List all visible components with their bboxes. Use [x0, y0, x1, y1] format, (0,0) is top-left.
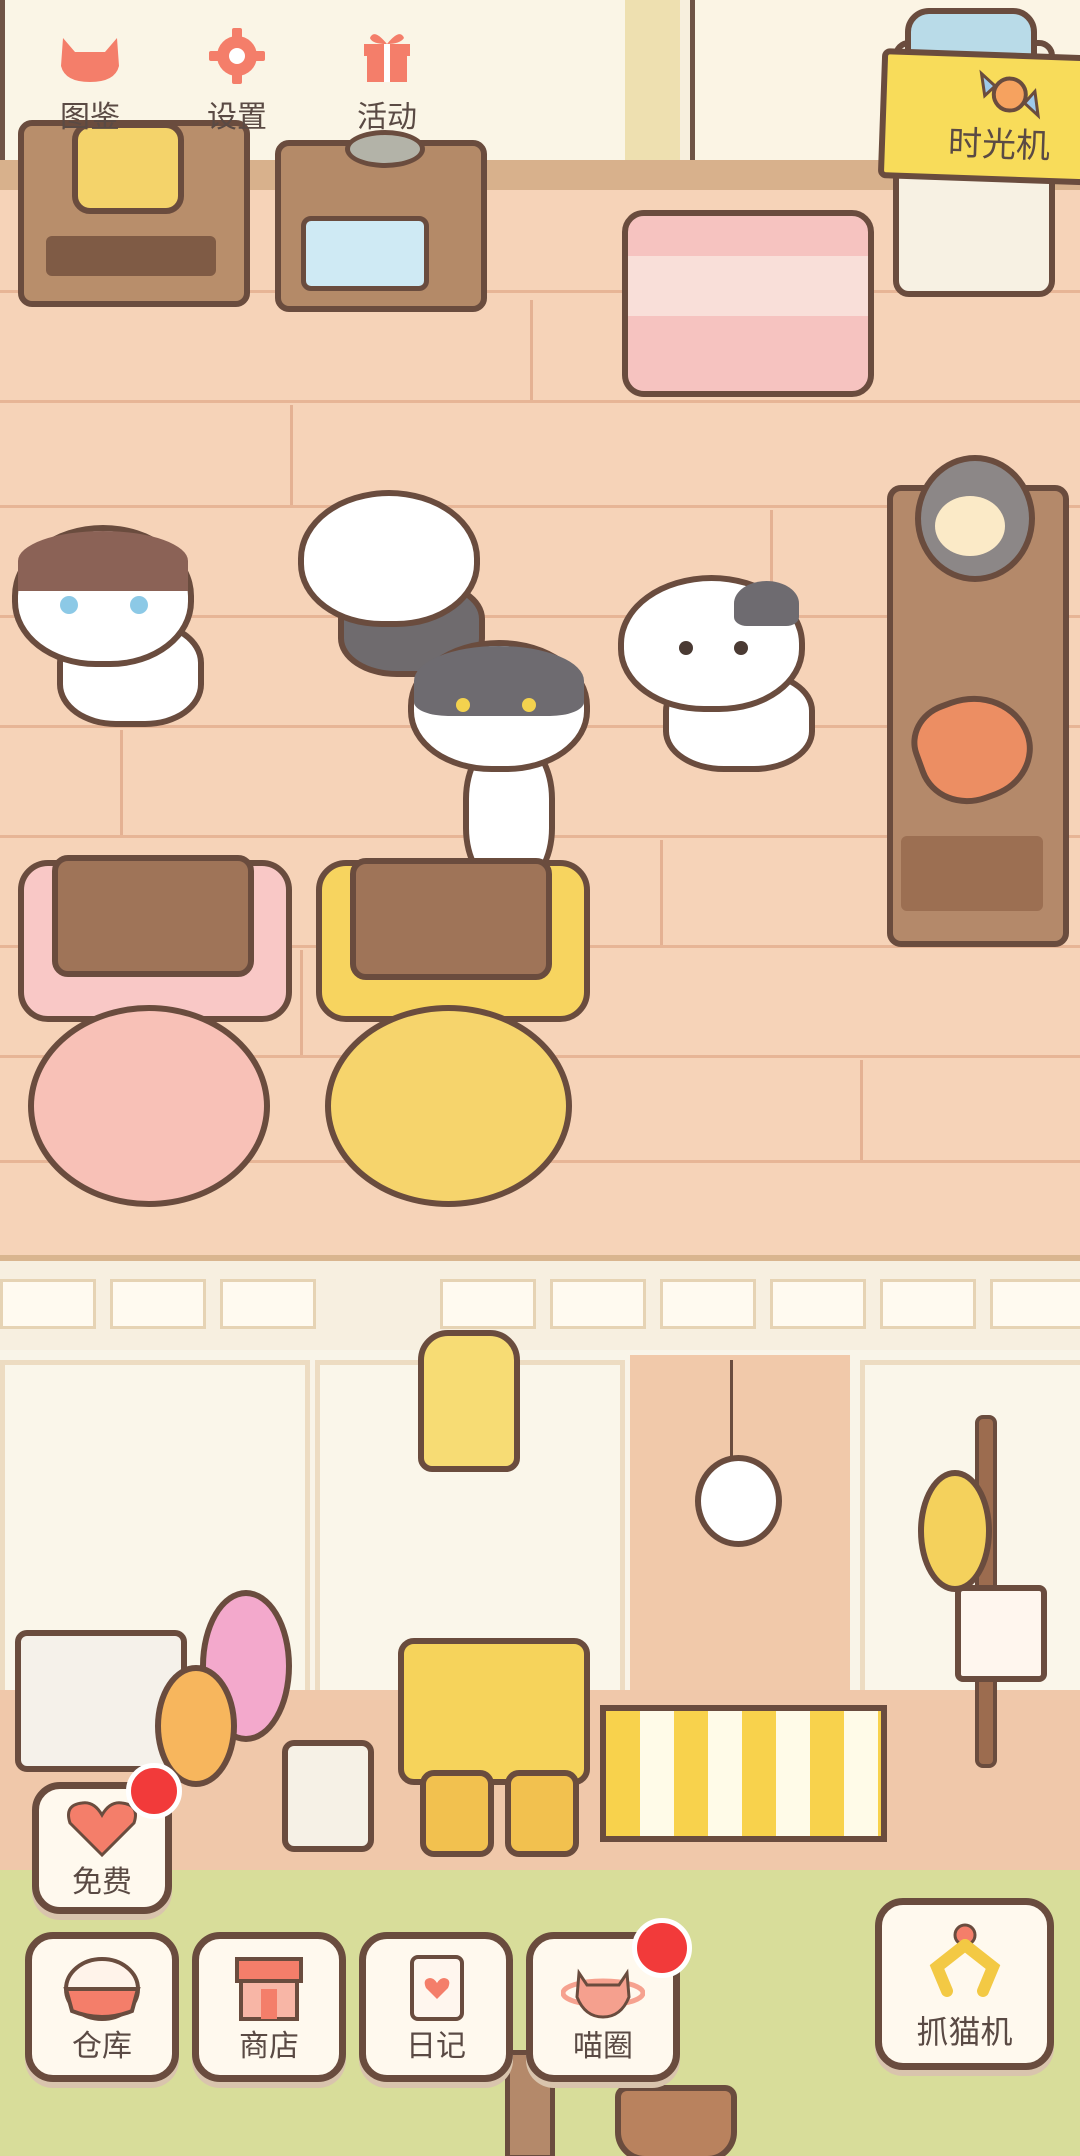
claw-icon [929, 1923, 1000, 1997]
events-label: 活动 [357, 100, 417, 135]
yellow-stool[interactable] [398, 1638, 590, 1785]
claw-machine-button[interactable]: 抓猫机 [875, 1898, 1054, 2070]
time-machine-label: 时光机 [947, 123, 1051, 167]
cat-calico-brown[interactable] [12, 525, 242, 727]
tote-bag[interactable] [955, 1585, 1047, 1682]
ghost-charm[interactable] [915, 455, 1035, 582]
collection-label: 图鉴 [60, 100, 120, 135]
free-label: 免费 [72, 1865, 132, 1900]
rain-boot-left[interactable] [420, 1770, 494, 1857]
planet-cat-icon [561, 1968, 645, 2019]
diary-label: 日记 [406, 2029, 466, 2064]
beanbag-yellow[interactable] [325, 1005, 572, 1207]
beanbag-pink[interactable] [28, 1005, 270, 1207]
heart-icon [67, 1801, 137, 1857]
shop-label: 商店 [239, 2029, 299, 2064]
striped-rug[interactable] [600, 1705, 887, 1842]
shop-button[interactable]: 商店 [192, 1932, 346, 2082]
rain-boot-right[interactable] [505, 1770, 579, 1857]
shoji-divider [0, 1255, 1080, 1362]
warehouse-label: 仓库 [72, 2029, 132, 2064]
carrot-basket[interactable] [615, 2085, 737, 2156]
cat-gray-tuxedo[interactable] [408, 640, 593, 887]
shop-awning-icon [235, 1957, 303, 2021]
hanging-string [730, 1360, 733, 1460]
collection-button[interactable]: 图鉴 [25, 18, 155, 136]
cat-white-spotted[interactable] [618, 575, 838, 772]
settings-label: 设置 [207, 100, 267, 135]
straw-hat[interactable] [918, 1470, 992, 1592]
settings-button[interactable]: 设置 [172, 18, 302, 136]
cat-head-icon [61, 38, 119, 82]
free-notification-badge [126, 1763, 182, 1819]
events-button[interactable]: 活动 [322, 18, 452, 136]
cat-circle-label: 喵圈 [573, 2029, 633, 2064]
notebook-heart-icon [410, 1955, 464, 2021]
kotatsu-pink-top [52, 855, 254, 977]
gift-icon [364, 34, 410, 82]
diary-button[interactable]: 日记 [359, 1932, 513, 2082]
teru-teru-bozu[interactable] [695, 1455, 782, 1547]
hanging-lantern[interactable] [418, 1330, 520, 1472]
claw-machine-label: 抓猫机 [916, 2013, 1013, 2051]
basket-icon [63, 1957, 141, 2021]
candy-icon [979, 69, 1041, 120]
warehouse-button[interactable]: 仓库 [25, 1932, 179, 2082]
kotatsu-yellow-top [350, 858, 552, 980]
broom-bucket[interactable] [282, 1740, 374, 1852]
cat-circle-notification-badge [632, 1918, 692, 1978]
pink-futon[interactable] [622, 210, 874, 397]
gear-icon [209, 28, 265, 84]
time-machine-button[interactable]: 时光机 [877, 48, 1080, 186]
